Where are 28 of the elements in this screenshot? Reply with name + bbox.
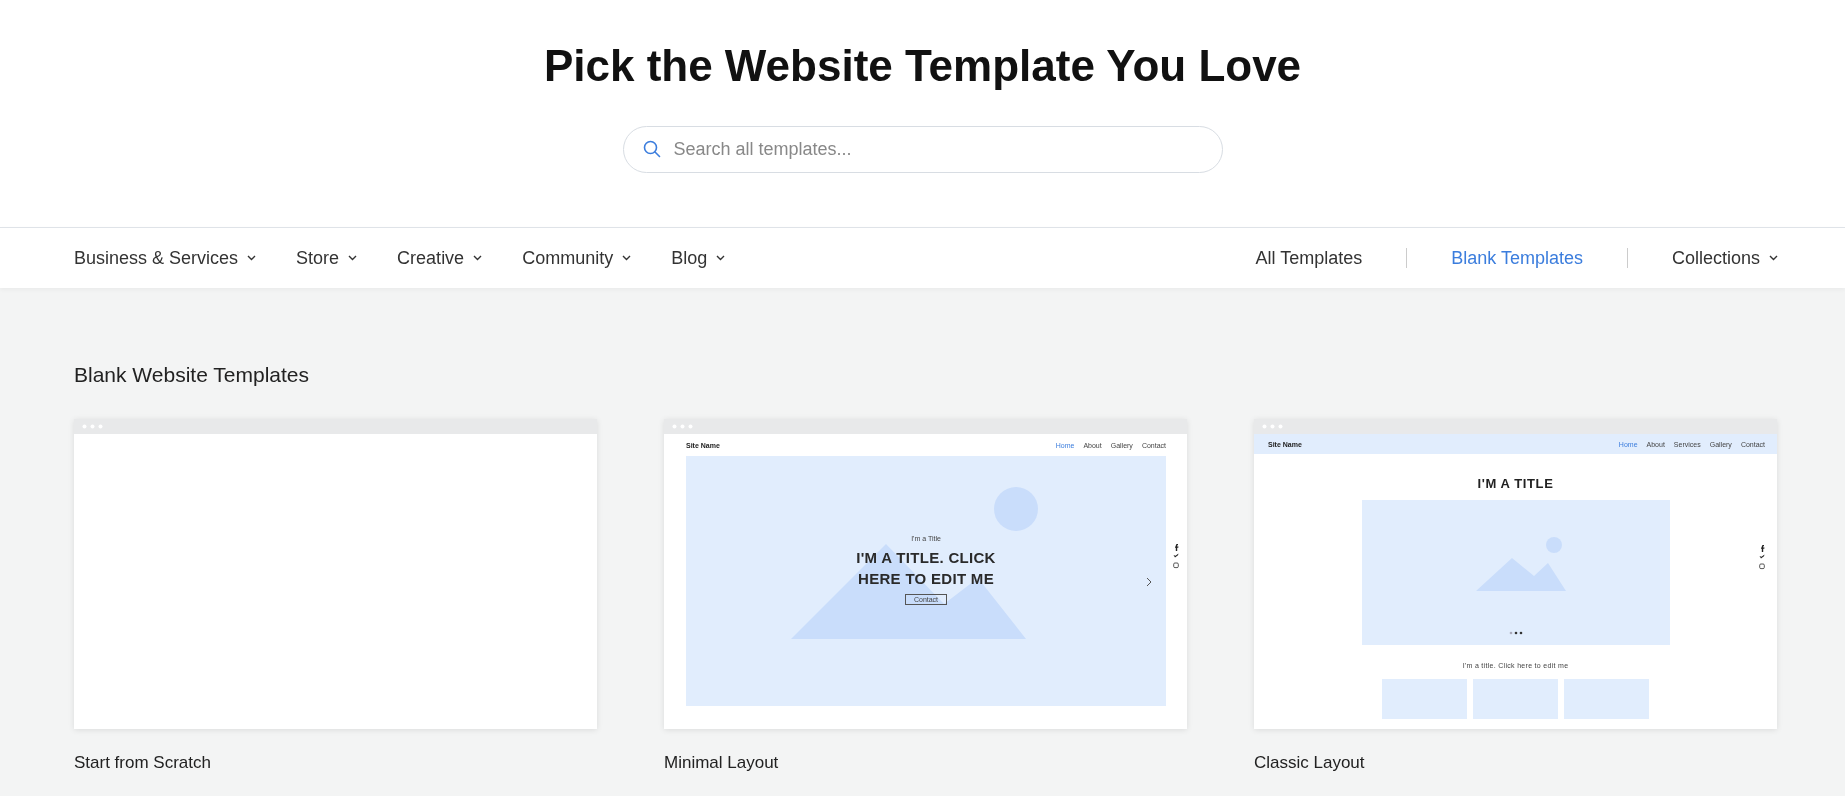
template-name[interactable]: Minimal Layout xyxy=(664,753,779,773)
category-menu[interactable]: Creative xyxy=(397,247,483,269)
social-icons-drawing xyxy=(1173,543,1179,569)
caret-icon xyxy=(1769,255,1778,261)
caret-icon xyxy=(716,255,726,261)
template-name[interactable]: Classic Layout xyxy=(1254,753,1365,773)
search-icon xyxy=(642,140,661,158)
page-title: Pick the Website Template You Love xyxy=(543,40,1302,92)
nav-link[interactable]: Blank Templates xyxy=(1451,247,1583,269)
caret-icon xyxy=(473,255,483,261)
category-menu[interactable]: Store xyxy=(296,247,358,269)
category-menu[interactable]: Blog xyxy=(671,247,726,269)
slideshow-dots-icon xyxy=(1508,631,1523,635)
category-menu[interactable]: Community xyxy=(522,247,632,269)
hero-headline: I'M A TITLE. CLICK HERE TO EDIT ME xyxy=(855,548,997,589)
chevron-right-icon xyxy=(1146,577,1152,587)
preview-title: I'M A TITLE xyxy=(1477,476,1554,491)
caret-icon xyxy=(247,255,257,261)
collections-menu[interactable]: Collections xyxy=(1671,247,1778,269)
nav-link[interactable]: All Templates xyxy=(1255,247,1363,269)
category-menu[interactable]: Business & Services xyxy=(74,247,257,269)
template-name[interactable]: Start from Scratch xyxy=(74,753,211,773)
social-icons-drawing xyxy=(1759,544,1765,570)
template-preview[interactable] xyxy=(74,419,597,729)
search-field[interactable]: Search all templates... xyxy=(622,126,1223,173)
caret-icon xyxy=(622,255,632,261)
caret-icon xyxy=(348,255,358,261)
section-title: Blank Website Templates xyxy=(74,363,310,387)
